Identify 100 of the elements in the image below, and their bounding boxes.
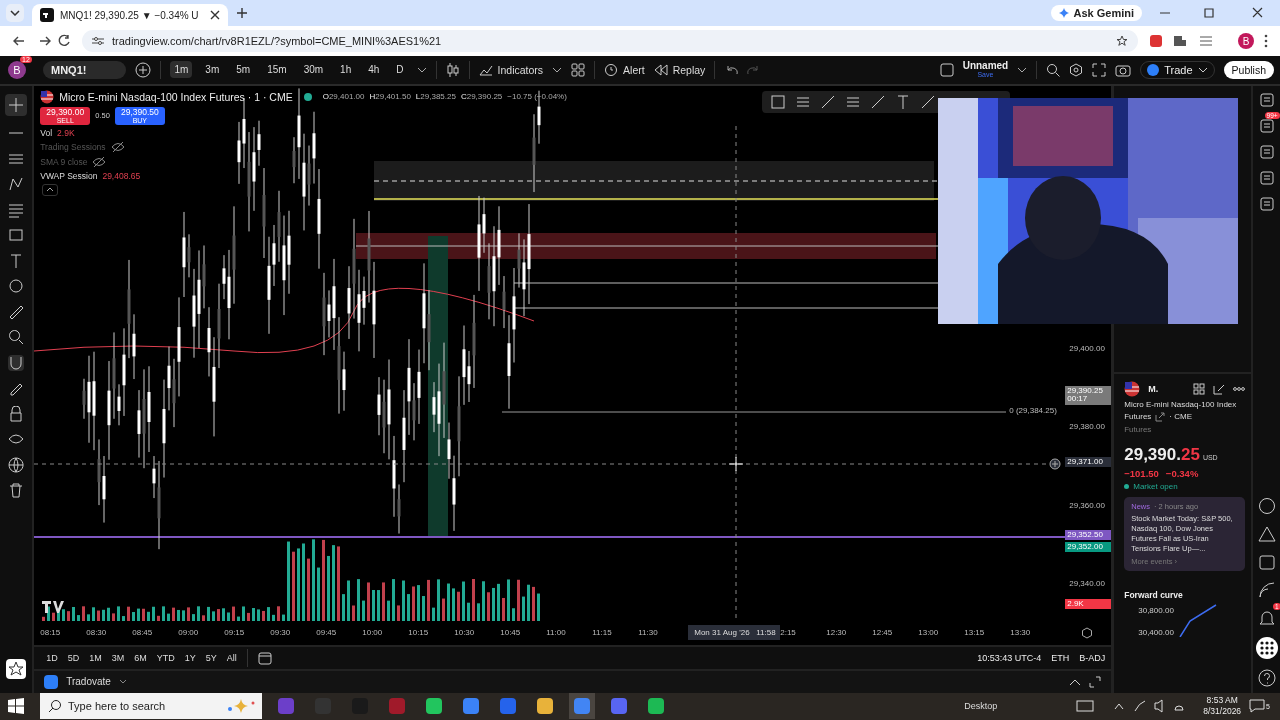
browser-tab[interactable]: MNQ1! 29,390.25 ▼ −0.34% U — [32, 4, 228, 26]
chevron-up-icon — [46, 187, 55, 193]
taskbar-time[interactable]: 8:53 AM — [1206, 695, 1238, 707]
globe-icon[interactable] — [8, 456, 25, 473]
close-icon[interactable] — [210, 10, 220, 20]
caret-icon[interactable] — [1017, 66, 1028, 73]
rectangle-icon[interactable] — [8, 227, 25, 244]
crosshair-icon[interactable] — [5, 93, 28, 116]
undo-icon[interactable] — [724, 64, 739, 75]
signal-icon[interactable] — [1257, 580, 1276, 599]
eye-off-icon[interactable] — [110, 140, 125, 153]
add-icon[interactable] — [1049, 457, 1062, 470]
maximize-icon[interactable] — [1089, 675, 1102, 688]
fib-icon[interactable] — [8, 201, 25, 218]
eye-off-icon[interactable] — [92, 155, 107, 168]
time-label: 12:45 — [872, 628, 894, 638]
templates-icon[interactable] — [571, 62, 586, 77]
chevron-up-icon[interactable] — [1069, 677, 1082, 686]
range-button[interactable]: YTD — [156, 652, 175, 663]
desktop-toolbar[interactable]: Desktop — [964, 701, 998, 712]
gemini-button[interactable]: Ask Gemini — [1051, 5, 1142, 21]
interval-tab[interactable]: 3m — [201, 61, 224, 79]
replay-button[interactable]: Replay — [653, 63, 706, 76]
range-button[interactable]: All — [226, 652, 237, 663]
time-label: 09:00 — [178, 628, 200, 638]
range-button[interactable]: 1Y — [184, 652, 196, 663]
taskbar-search-field[interactable]: Type here to search — [40, 693, 262, 720]
address-bar[interactable]: tradingview.com/chart/rv8R1EZL/?symbol=CME_MINI%3AES1%21 — [82, 30, 1138, 53]
ohlc-value: L29,385.25 — [415, 92, 456, 102]
add-symbol-icon[interactable] — [135, 61, 152, 78]
camera-icon[interactable] — [1115, 62, 1132, 77]
alert-button[interactable]: Alert — [604, 62, 645, 77]
more-icon[interactable] — [1233, 386, 1246, 391]
symbol-label[interactable]: M. — [1148, 383, 1159, 394]
apps-button[interactable] — [1255, 636, 1278, 659]
candles-icon[interactable] — [445, 61, 460, 78]
time-label: 2:15 — [780, 628, 797, 638]
taskbar-date[interactable]: 8/31/2026 — [1203, 706, 1242, 718]
interval-tab[interactable]: 4h — [364, 61, 384, 79]
fullscreen-icon[interactable] — [1092, 62, 1107, 77]
edit-icon[interactable] — [1213, 382, 1226, 395]
menu-icon[interactable] — [1264, 34, 1268, 49]
range-button[interactable]: 6M — [134, 652, 147, 663]
magnet-icon[interactable] — [8, 354, 25, 371]
publish-button[interactable]: Publish — [1223, 60, 1274, 79]
caret-icon[interactable] — [416, 66, 427, 73]
layers-icon[interactable] — [1258, 143, 1275, 160]
symbol-title: Micro E-mini Nasdaq-100 Index Futures · 1 · CME — [59, 90, 293, 103]
drawing-tool-icon[interactable] — [920, 93, 937, 110]
ruler-icon[interactable] — [8, 303, 25, 320]
broker-button[interactable]: Tradovate — [66, 676, 111, 688]
bell-icon[interactable] — [1257, 608, 1276, 627]
chat-icon[interactable] — [1258, 195, 1275, 212]
drawing-tool-icon[interactable] — [820, 93, 837, 110]
interval-tab[interactable]: 5m — [232, 61, 255, 79]
pattern-icon[interactable] — [8, 176, 25, 193]
session-button[interactable]: ETH — [1051, 652, 1070, 663]
indicator-name[interactable]: Vol — [40, 127, 53, 138]
trash-icon[interactable] — [8, 482, 25, 499]
drawing-tool-icon[interactable] — [870, 93, 887, 110]
alerts-icon[interactable] — [1258, 117, 1275, 134]
site-settings-icon[interactable] — [92, 36, 104, 47]
profile-avatar[interactable]: B — [1238, 33, 1254, 50]
bookmark-star-icon[interactable] — [1116, 35, 1128, 48]
collapse-button[interactable] — [42, 183, 59, 196]
watchlist-icon[interactable] — [1258, 91, 1275, 108]
tab-search-icon[interactable] — [6, 4, 24, 22]
interval-tab[interactable]: D — [392, 61, 408, 79]
windows-start-icon[interactable] — [8, 698, 24, 715]
interval-tab[interactable]: 1m — [170, 61, 193, 79]
flag-icon — [40, 89, 55, 104]
caret-icon[interactable] — [118, 679, 127, 685]
layout-icon[interactable] — [939, 62, 954, 77]
new-tab-icon[interactable] — [236, 7, 248, 19]
symbol-search[interactable]: MNQ1! — [43, 60, 127, 79]
quick-search-icon[interactable] — [1046, 62, 1061, 77]
zoom-icon[interactable] — [8, 329, 25, 346]
external-link-icon[interactable] — [1155, 411, 1166, 422]
range-button[interactable]: 1M — [89, 652, 102, 663]
lock-icon[interactable] — [8, 405, 25, 422]
interval-tab[interactable]: 30m — [299, 61, 328, 79]
settings-icon[interactable] — [1081, 626, 1094, 639]
navigation-icon[interactable] — [12, 34, 72, 49]
taskbar-app-icon[interactable] — [569, 693, 595, 720]
indicator-value: 29,408.65 — [102, 170, 141, 181]
range-button[interactable]: 5Y — [205, 652, 217, 663]
adjustment-button[interactable]: B-ADJ — [1079, 652, 1106, 663]
chat-icon[interactable] — [1258, 169, 1275, 186]
range-button[interactable]: 5D — [67, 652, 80, 663]
help-icon[interactable] — [1257, 668, 1276, 687]
interval-tab[interactable]: 1h — [336, 61, 356, 79]
indicators-button[interactable]: Indicators — [478, 63, 544, 76]
favorites-button[interactable] — [6, 658, 27, 679]
indicator-name[interactable]: VWAP Session — [40, 170, 98, 181]
grid-icon[interactable] — [1193, 382, 1206, 395]
caret-icon[interactable] — [552, 66, 563, 73]
settings-icon[interactable] — [1069, 62, 1084, 77]
range-button[interactable]: 1D — [46, 652, 58, 663]
interval-tab[interactable]: 15m — [263, 61, 291, 79]
range-button[interactable]: 3M — [111, 652, 125, 663]
